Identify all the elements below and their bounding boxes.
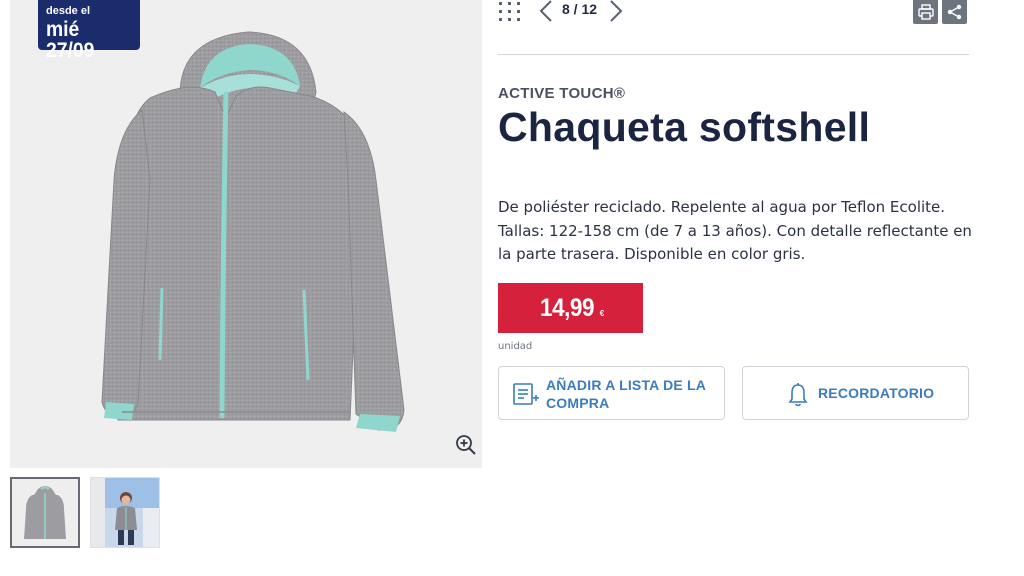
grid-icon[interactable]: [498, 0, 524, 24]
share-icon: [947, 4, 961, 20]
product-brand: ACTIVE TOUCH®: [498, 85, 626, 102]
price-tag: 14,99 €: [498, 283, 643, 333]
product-description: De poliéster reciclado. Repelente al agu…: [498, 198, 972, 263]
product-main-image[interactable]: desde el mié 27/09: [10, 0, 482, 468]
header-divider: [498, 54, 969, 55]
add-to-shopping-list-button[interactable]: AÑADIR A LISTA DE LA COMPRA: [498, 366, 725, 420]
chevron-right-icon[interactable]: [608, 0, 624, 22]
product-navigation-bar: 8 / 12: [498, 0, 969, 28]
availability-date-badge: desde el mié 27/09: [38, 0, 140, 61]
badge-date: mié 27/09: [46, 18, 95, 62]
jacket-image: [101, 31, 405, 432]
add-to-list-label: AÑADIR A LISTA DE LA COMPRA: [546, 377, 706, 411]
price-value: 14,99: [539, 293, 595, 322]
share-button[interactable]: [942, 0, 967, 24]
zoom-in-icon[interactable]: [455, 434, 477, 456]
product-title: Chaqueta softshell: [498, 104, 871, 150]
badge-line1: desde el: [46, 5, 91, 17]
thumbnail-jacket-image: [12, 479, 78, 546]
price-currency: €: [599, 308, 605, 318]
shopping-list-icon: [513, 383, 539, 405]
print-button[interactable]: [913, 0, 938, 24]
print-icon: [917, 4, 934, 20]
thumbnail-child-model[interactable]: [90, 477, 160, 548]
chevron-left-icon[interactable]: [538, 0, 554, 22]
thumbnail-strip: [10, 477, 160, 548]
reminder-button[interactable]: RECORDATORIO: [742, 366, 969, 420]
price-unit: unidad: [498, 341, 533, 352]
bell-icon: [788, 383, 808, 407]
thumbnail-jacket[interactable]: [10, 477, 80, 548]
thumbnail-child-model-image: [91, 478, 159, 547]
image-counter: 8 / 12: [562, 1, 598, 17]
reminder-label: RECORDATORIO: [818, 385, 935, 401]
